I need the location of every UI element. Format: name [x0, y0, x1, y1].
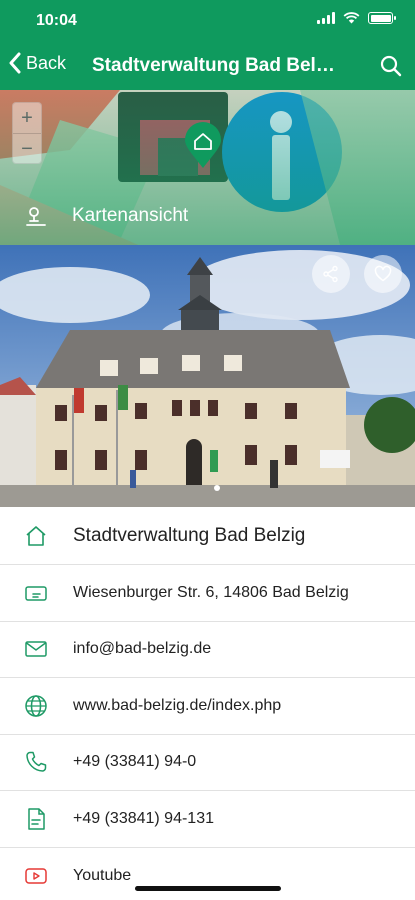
cellular-signal-icon	[317, 12, 335, 24]
page-title: Stadtverwaltung Bad Belzig	[92, 55, 340, 76]
map-preview[interactable]: + − Kartenansicht	[0, 90, 415, 245]
list-item-fax[interactable]: +49 (33841) 94-131	[0, 791, 415, 848]
phone-icon	[26, 752, 47, 772]
map-location-icon	[26, 207, 46, 226]
list-item-label: Wiesenburger Str. 6, 14806 Bad Belzig	[73, 583, 349, 601]
map-pin-icon[interactable]	[183, 122, 223, 170]
list-item-website[interactable]: www.bad-belzig.de/index.php	[0, 678, 415, 735]
battery-icon	[368, 12, 396, 24]
carousel-indicator	[214, 485, 220, 491]
favorite-button[interactable]	[364, 255, 402, 293]
list-item-email[interactable]: info@bad-belzig.de	[0, 622, 415, 678]
list-item-youtube[interactable]: Youtube	[0, 848, 415, 900]
home-indicator[interactable]	[135, 886, 281, 891]
list-item-label: Stadtverwaltung Bad Belzig	[73, 524, 306, 546]
info-list: Stadtverwaltung Bad Belzig Wiesenburger …	[0, 507, 415, 900]
address-card-icon	[25, 586, 47, 601]
town-hall-photo	[0, 245, 415, 507]
share-icon	[323, 265, 338, 283]
app-header: 10:04 Back Stadtverwaltung Bad Belzig	[0, 0, 415, 90]
home-icon	[26, 525, 46, 546]
list-item-label: +49 (33841) 94-131	[73, 809, 214, 827]
list-item-label: www.bad-belzig.de/index.php	[73, 696, 282, 714]
youtube-icon	[25, 868, 47, 884]
share-button[interactable]	[312, 255, 350, 293]
location-photo[interactable]	[0, 245, 415, 507]
globe-icon	[25, 695, 47, 717]
map-zoom-control: + −	[12, 102, 42, 164]
back-label: Back	[26, 52, 67, 73]
status-time: 10:04	[36, 12, 77, 29]
wifi-icon	[343, 12, 360, 24]
chevron-left-icon	[9, 52, 21, 74]
map-view-label[interactable]: Kartenansicht	[72, 205, 188, 227]
heart-icon	[374, 265, 392, 282]
zoom-out-button[interactable]: −	[13, 134, 41, 165]
list-item-address[interactable]: Wiesenburger Str. 6, 14806 Bad Belzig	[0, 565, 415, 622]
list-item-label: Youtube	[73, 866, 132, 884]
mail-icon	[25, 641, 47, 657]
zoom-in-button[interactable]: +	[13, 103, 41, 134]
list-item-label: info@bad-belzig.de	[73, 640, 212, 658]
list-item-name[interactable]: Stadtverwaltung Bad Belzig	[0, 507, 415, 565]
search-button[interactable]	[379, 54, 403, 83]
list-item-label: +49 (33841) 94-0	[73, 753, 197, 771]
search-icon	[380, 55, 402, 77]
back-button[interactable]: Back	[8, 52, 66, 74]
status-icons	[317, 12, 396, 24]
list-item-phone[interactable]: +49 (33841) 94-0	[0, 735, 415, 791]
fax-document-icon	[28, 808, 45, 830]
